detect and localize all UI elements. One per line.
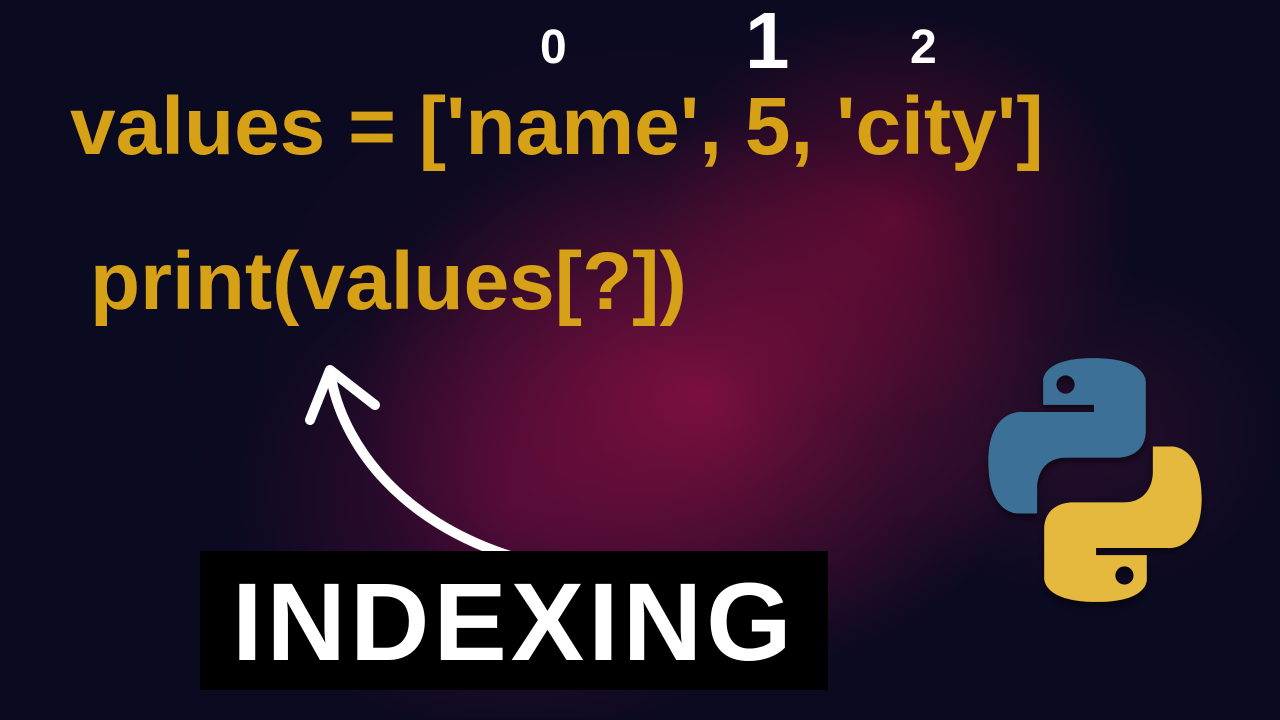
slide-content: 0 1 2 values = ['name', 5, 'city'] print… [0, 0, 1280, 720]
index-label-1: 1 [745, 0, 791, 87]
index-label-0: 0 [540, 20, 568, 75]
title-banner: INDEXING [200, 551, 828, 690]
index-label-2: 2 [910, 20, 938, 75]
code-line-print: print(values[?]) [90, 235, 687, 329]
title-text: INDEXING [232, 559, 796, 686]
python-logo-icon [965, 350, 1225, 610]
code-line-assignment: values = ['name', 5, 'city'] [70, 80, 1044, 174]
